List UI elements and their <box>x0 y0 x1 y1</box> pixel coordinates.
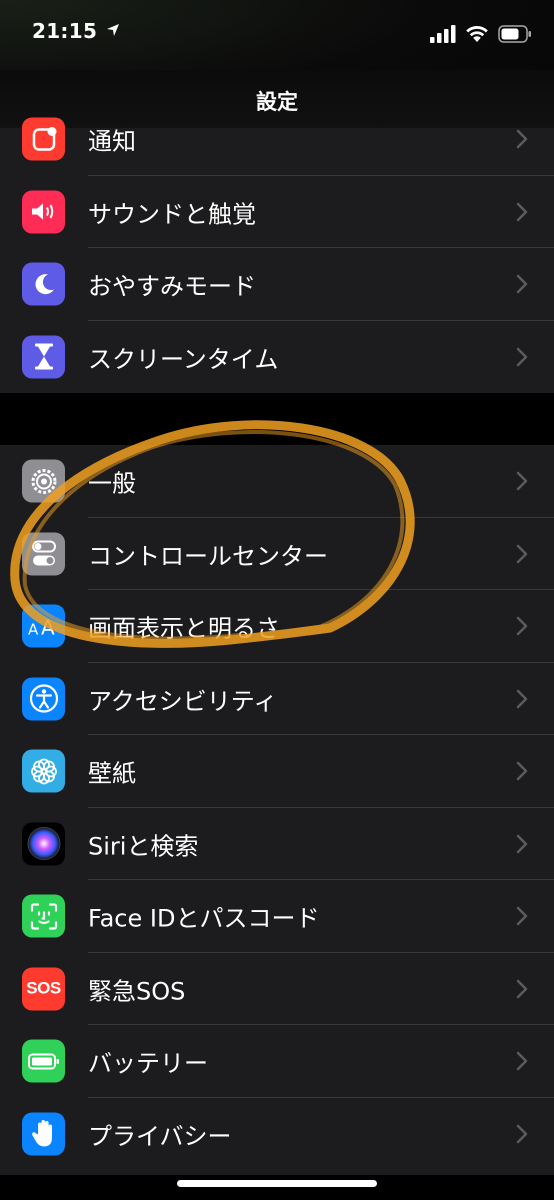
siri-icon <box>22 822 65 866</box>
moon-icon <box>22 262 65 306</box>
settings-row-label: バッテリー <box>88 1049 208 1078</box>
settings-row-label: おやすみモード <box>88 272 256 301</box>
battery-icon <box>22 1039 65 1083</box>
status-time: 21:15 <box>32 19 120 43</box>
chevron-right-icon <box>516 1052 528 1071</box>
settings-group-2: 一般コントロールセンター A A 画面表示と明るさ アクセシビリティ 壁紙 Siriと検索 F… <box>0 445 554 1175</box>
settings-row-moon[interactable]: おやすみモード <box>0 248 554 321</box>
location-arrow-icon <box>107 24 120 36</box>
notifications-icon <box>22 117 65 161</box>
accessibility-icon <box>22 677 65 721</box>
settings-row-label: プライバシー <box>88 1122 232 1151</box>
settings-row-flower[interactable]: 壁紙 <box>0 735 554 808</box>
chevron-right-icon <box>516 907 528 926</box>
settings-row-label: 緊急SOS <box>88 977 186 1006</box>
settings-row-face-id[interactable]: Face IDとパスコード <box>0 880 554 953</box>
text-size-icon: AA <box>22 604 65 648</box>
settings-group-1: 通知サウンドと触覚 おやすみモード スクリーンタイム <box>0 117 554 394</box>
settings-row-label: Face IDとパスコード <box>88 904 320 933</box>
face-id-icon <box>22 894 65 938</box>
settings-row-hand[interactable]: プライバシー <box>0 1098 554 1171</box>
settings-row-label: コントロールセンター <box>88 542 328 571</box>
cellular-signal-icon <box>430 25 456 43</box>
settings-row-label: 通知 <box>88 127 136 156</box>
chevron-right-icon <box>516 762 528 781</box>
chevron-right-icon <box>516 544 528 563</box>
settings-row-label: スクリーンタイム <box>88 345 279 374</box>
chevron-right-icon <box>516 275 528 294</box>
chevron-right-icon <box>516 979 528 998</box>
settings-row-siri[interactable]: Siriと検索 <box>0 808 554 880</box>
settings-row-label: 壁紙 <box>88 759 136 788</box>
chevron-right-icon <box>516 472 528 491</box>
wifi-icon <box>466 26 488 42</box>
chevron-right-icon <box>516 347 528 366</box>
home-indicator[interactable] <box>177 1180 377 1187</box>
settings-row-label: 一般 <box>88 469 136 498</box>
svg-text:A: A <box>41 615 55 638</box>
chevron-right-icon <box>516 130 528 149</box>
chevron-right-icon <box>516 689 528 708</box>
settings-row-label: 画面表示と明るさ <box>88 614 280 643</box>
settings-row-label: アクセシビリティ <box>88 687 278 716</box>
settings-row-sound[interactable]: サウンドと触覚 <box>0 176 554 248</box>
settings-row-hourglass[interactable]: スクリーンタイム <box>0 321 554 394</box>
settings-row-battery[interactable]: バッテリー <box>0 1025 554 1098</box>
sound-icon <box>22 190 65 234</box>
settings-row-toggles[interactable]: コントロールセンター <box>0 518 554 590</box>
settings-row-gear[interactable]: 一般 <box>0 445 554 518</box>
settings-row-label: サウンドと触覚 <box>88 200 256 229</box>
chevron-right-icon <box>516 1124 528 1143</box>
sos-icon-text: SOS <box>26 978 61 998</box>
chevron-right-icon <box>516 202 528 221</box>
battery-status-icon <box>498 25 531 43</box>
svg-text:A: A <box>28 620 39 638</box>
toggles-icon <box>22 532 65 576</box>
settings-row-accessibility[interactable]: アクセシビリティ <box>0 663 554 735</box>
time-text: 21:15 <box>32 19 98 43</box>
flower-icon <box>22 749 65 793</box>
status-bar: 21:15 <box>0 0 554 70</box>
gear-icon <box>22 459 65 503</box>
settings-row-text-size[interactable]: A A 画面表示と明るさ <box>0 590 554 663</box>
chevron-right-icon <box>516 617 528 636</box>
hourglass-icon <box>22 335 65 379</box>
chevron-right-icon <box>516 834 528 853</box>
hand-icon <box>22 1112 65 1156</box>
sos-icon: SOS <box>22 967 65 1011</box>
settings-row-label: Siriと検索 <box>88 832 199 861</box>
settings-row-sos[interactable]: SOS 緊急SOS <box>0 953 554 1025</box>
settings-row-notifications[interactable]: 通知 <box>0 103 554 176</box>
